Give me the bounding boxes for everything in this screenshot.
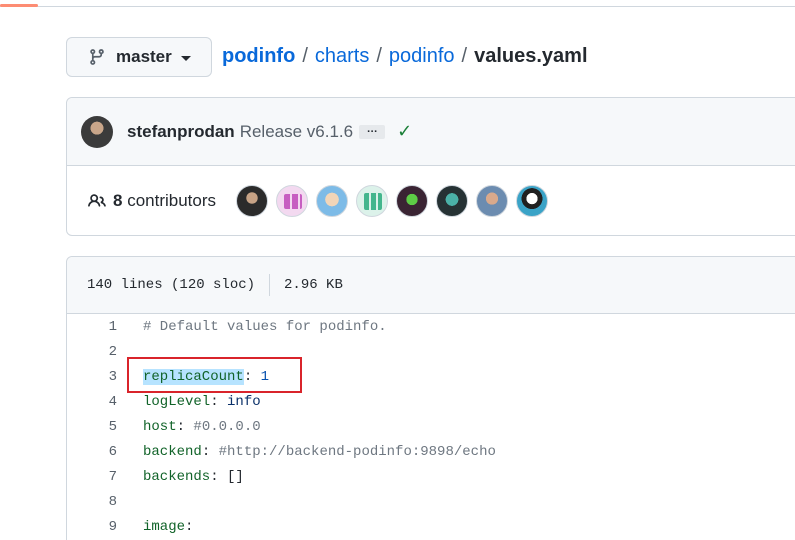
- code-key: logLevel: [143, 393, 211, 410]
- git-branch-icon: [88, 48, 106, 66]
- code-value: []: [227, 468, 244, 485]
- code-key: host: [143, 418, 177, 435]
- latest-commit-box: stefanprodan Release v6.1.6 … ✓ 8 contri…: [66, 97, 795, 236]
- contributors-link[interactable]: 8 contributors: [113, 191, 216, 211]
- contributor-avatar[interactable]: [276, 185, 309, 217]
- breadcrumb-charts-link[interactable]: charts: [315, 45, 369, 68]
- contributor-avatar[interactable]: [356, 185, 389, 217]
- file-line-count: 140 lines (120 sloc): [87, 277, 256, 293]
- file-size: 2.96 KB: [284, 277, 343, 293]
- contributor-avatar[interactable]: [316, 185, 349, 217]
- contributor-avatar[interactable]: [476, 185, 509, 217]
- people-icon: [87, 192, 107, 210]
- breadcrumb-separator: /: [302, 45, 308, 67]
- contributors-count: 8: [113, 191, 123, 210]
- breadcrumb-repo-link[interactable]: podinfo: [222, 45, 295, 68]
- code-line: 1 # Default values for podinfo.: [67, 314, 795, 339]
- line-number[interactable]: 9: [67, 519, 117, 535]
- code-line: 6 backend: #http://backend-podinfo:9898/…: [67, 439, 795, 464]
- breadcrumb-separator: /: [376, 45, 382, 67]
- branch-selector-button[interactable]: master: [66, 37, 212, 77]
- code-key: image: [143, 518, 186, 535]
- check-icon[interactable]: ✓: [397, 121, 412, 142]
- line-number[interactable]: 5: [67, 419, 117, 435]
- line-number[interactable]: 2: [67, 344, 117, 360]
- commit-message-link[interactable]: Release v6.1.6: [240, 122, 353, 142]
- line-number[interactable]: 3: [67, 369, 117, 385]
- code-comment: # Default values for podinfo.: [143, 318, 387, 335]
- commit-author-link[interactable]: stefanprodan: [127, 122, 235, 142]
- code-line: 8: [67, 489, 795, 514]
- branch-name: master: [116, 47, 172, 66]
- line-number[interactable]: 7: [67, 469, 117, 485]
- line-number[interactable]: 1: [67, 319, 117, 335]
- author-avatar[interactable]: [81, 115, 113, 148]
- contributor-avatar[interactable]: [436, 185, 469, 217]
- code-line: 5 host: #0.0.0.0: [67, 414, 795, 439]
- chevron-down-icon: [180, 55, 191, 61]
- breadcrumb-file-name: values.yaml: [474, 45, 588, 67]
- contributors-label: contributors: [127, 191, 217, 210]
- breadcrumb: podinfo / charts / podinfo / values.yaml: [222, 45, 588, 68]
- contributors-row: 8 contributors: [67, 166, 795, 236]
- line-number[interactable]: 4: [67, 394, 117, 410]
- code-key: backend: [143, 443, 202, 460]
- contributor-avatar[interactable]: [396, 185, 429, 217]
- code-line: 9 image:: [67, 514, 795, 539]
- header-divider: [0, 6, 795, 7]
- code-area[interactable]: 1 # Default values for podinfo. 2 3 repl…: [67, 314, 795, 539]
- file-info-header: 140 lines (120 sloc) 2.96 KB: [67, 257, 795, 314]
- contributor-avatar[interactable]: [236, 185, 269, 217]
- highlight-annotation-box: [127, 357, 302, 393]
- contributor-avatars: [236, 185, 549, 217]
- expand-commit-message-button[interactable]: …: [359, 123, 386, 139]
- breadcrumb-separator: /: [461, 45, 468, 67]
- active-tab-underline: [0, 4, 38, 7]
- code-value: #0.0.0.0: [193, 418, 261, 435]
- contributor-avatar[interactable]: [516, 185, 549, 217]
- code-key: backends: [143, 468, 211, 485]
- latest-commit-header: stefanprodan Release v6.1.6 … ✓: [67, 98, 795, 166]
- code-value: info: [227, 393, 261, 410]
- code-value: #http://backend-podinfo:9898/echo: [218, 443, 496, 460]
- divider: [269, 274, 271, 296]
- file-viewer: 140 lines (120 sloc) 2.96 KB 1 # Default…: [66, 256, 795, 540]
- line-number[interactable]: 8: [67, 494, 117, 510]
- breadcrumb-podinfo-link[interactable]: podinfo: [389, 45, 455, 68]
- line-number[interactable]: 6: [67, 444, 117, 460]
- code-line: 7 backends: []: [67, 464, 795, 489]
